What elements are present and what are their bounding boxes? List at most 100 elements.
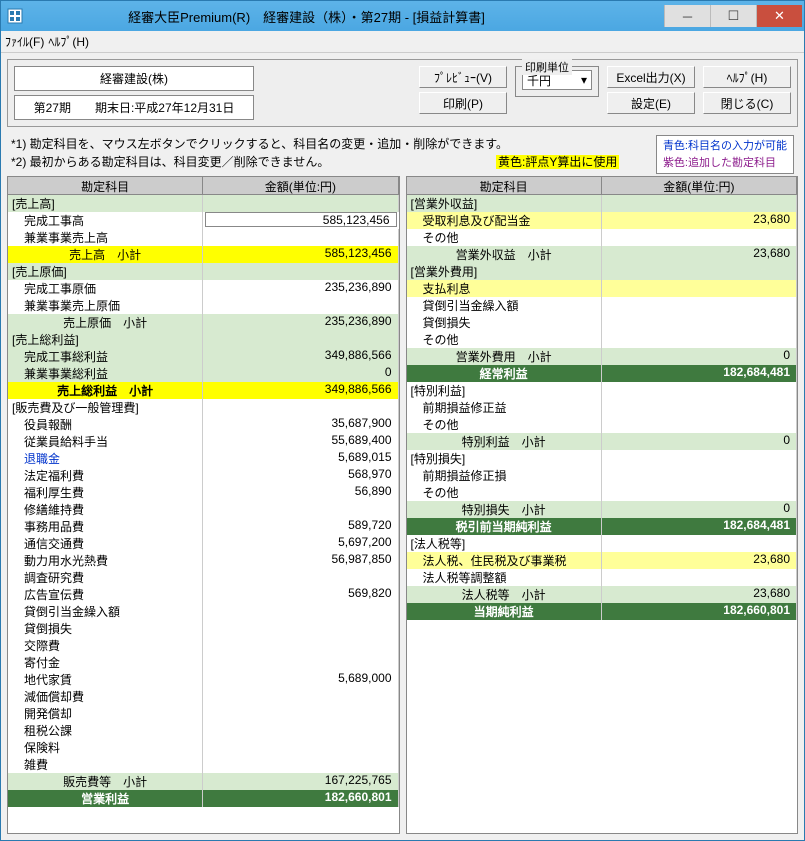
table-row[interactable]: [売上総利益] [8, 331, 399, 348]
table-row[interactable]: 貸倒引当金繰入額 [407, 297, 798, 314]
amount-cell[interactable]: 23,680 [602, 552, 797, 569]
amount-cell[interactable] [203, 195, 398, 212]
table-row[interactable]: 雑費 [8, 756, 399, 773]
amount-cell[interactable] [203, 654, 398, 671]
amount-cell[interactable]: 23,680 [602, 212, 797, 229]
amount-cell[interactable]: 589,720 [203, 518, 398, 535]
amount-cell[interactable] [203, 229, 398, 246]
table-row[interactable]: 前期損益修正損 [407, 467, 798, 484]
table-row[interactable]: 兼業事業売上原価 [8, 297, 399, 314]
account-name[interactable]: 売上原価 小計 [8, 314, 203, 331]
account-name[interactable]: 調査研究費 [8, 569, 203, 586]
table-row[interactable]: 修繕維持費 [8, 501, 399, 518]
table-row[interactable]: 特別損失 小計0 [407, 501, 798, 518]
account-name[interactable]: 税引前当期純利益 [407, 518, 602, 535]
account-name[interactable]: 貸倒引当金繰入額 [407, 297, 602, 314]
table-row[interactable]: 税引前当期純利益182,684,481 [407, 518, 798, 535]
account-name[interactable]: 完成工事総利益 [8, 348, 203, 365]
account-name[interactable]: 前期損益修正損 [407, 467, 602, 484]
account-name[interactable]: [法人税等] [407, 535, 602, 552]
close-button[interactable]: ✕ [756, 5, 802, 27]
amount-cell[interactable] [602, 484, 797, 501]
account-name[interactable]: 貸倒損失 [407, 314, 602, 331]
minimize-button[interactable]: ─ [664, 5, 710, 27]
amount-cell[interactable] [602, 399, 797, 416]
table-row[interactable]: 寄付金 [8, 654, 399, 671]
account-name[interactable]: 減価償却費 [8, 688, 203, 705]
account-name[interactable]: 兼業事業売上高 [8, 229, 203, 246]
table-row[interactable]: 法人税、住民税及び事業税23,680 [407, 552, 798, 569]
amount-cell[interactable] [602, 229, 797, 246]
table-row[interactable]: [営業外費用] [407, 263, 798, 280]
table-row[interactable]: 退職金5,689,015 [8, 450, 399, 467]
menu-file[interactable]: ﾌｧｲﾙ(F) [5, 33, 44, 50]
table-row[interactable]: 貸倒損失 [8, 620, 399, 637]
account-name[interactable]: 退職金 [8, 450, 203, 467]
amount-cell[interactable]: 55,689,400 [203, 433, 398, 450]
amount-cell[interactable]: 349,886,566 [203, 348, 398, 365]
table-row[interactable]: 販売費等 小計167,225,765 [8, 773, 399, 790]
print-button[interactable]: 印刷(P) [419, 92, 507, 114]
account-name[interactable]: 貸倒引当金繰入額 [8, 603, 203, 620]
account-name[interactable]: 受取利息及び配当金 [407, 212, 602, 229]
account-name[interactable]: 修繕維持費 [8, 501, 203, 518]
account-name[interactable]: 広告宣伝費 [8, 586, 203, 603]
account-name[interactable]: 営業外費用 小計 [407, 348, 602, 365]
amount-cell[interactable]: 182,684,481 [602, 365, 797, 382]
table-row[interactable]: 福利厚生費56,890 [8, 484, 399, 501]
maximize-button[interactable]: ☐ [710, 5, 756, 27]
account-name[interactable]: 法人税、住民税及び事業税 [407, 552, 602, 569]
amount-cell[interactable]: 182,660,801 [203, 790, 398, 807]
table-row[interactable]: 役員報酬35,687,900 [8, 416, 399, 433]
table-row[interactable]: 貸倒引当金繰入額 [8, 603, 399, 620]
table-row[interactable]: 交際費 [8, 637, 399, 654]
account-name[interactable]: その他 [407, 331, 602, 348]
table-row[interactable]: [特別利益] [407, 382, 798, 399]
table-row[interactable]: 支払利息 [407, 280, 798, 297]
amount-cell[interactable] [602, 331, 797, 348]
account-name[interactable]: [特別利益] [407, 382, 602, 399]
amount-cell[interactable] [602, 297, 797, 314]
table-row[interactable]: 兼業事業売上高 [8, 229, 399, 246]
account-name[interactable]: 通信交通費 [8, 535, 203, 552]
table-row[interactable]: 前期損益修正益 [407, 399, 798, 416]
excel-button[interactable]: Excel出力(X) [607, 66, 695, 88]
amount-cell[interactable] [203, 705, 398, 722]
account-name[interactable]: 事務用品費 [8, 518, 203, 535]
amount-cell[interactable] [203, 263, 398, 280]
account-name[interactable]: 特別利益 小計 [407, 433, 602, 450]
account-name[interactable]: [売上原価] [8, 263, 203, 280]
table-row[interactable]: [売上原価] [8, 263, 399, 280]
amount-cell[interactable] [203, 399, 398, 416]
amount-cell[interactable] [203, 603, 398, 620]
table-row[interactable]: 営業外収益 小計23,680 [407, 246, 798, 263]
account-name[interactable]: 地代家賃 [8, 671, 203, 688]
account-name[interactable]: 法人税等 小計 [407, 586, 602, 603]
table-row[interactable]: [特別損失] [407, 450, 798, 467]
table-row[interactable]: 事務用品費589,720 [8, 518, 399, 535]
amount-cell[interactable] [602, 569, 797, 586]
amount-cell[interactable]: 167,225,765 [203, 773, 398, 790]
account-name[interactable]: 兼業事業売上原価 [8, 297, 203, 314]
table-row[interactable]: 当期純利益182,660,801 [407, 603, 798, 620]
account-name[interactable]: 完成工事高 [8, 212, 203, 229]
amount-cell[interactable]: 35,687,900 [203, 416, 398, 433]
table-row[interactable]: 完成工事総利益349,886,566 [8, 348, 399, 365]
account-name[interactable]: 法人税等調整額 [407, 569, 602, 586]
table-row[interactable]: その他 [407, 416, 798, 433]
table-row[interactable]: 兼業事業総利益0 [8, 365, 399, 382]
table-row[interactable]: [売上高] [8, 195, 399, 212]
amount-cell[interactable] [203, 756, 398, 773]
amount-cell[interactable]: 5,689,015 [203, 450, 398, 467]
amount-cell[interactable]: 235,236,890 [203, 280, 398, 297]
account-name[interactable]: [営業外費用] [407, 263, 602, 280]
table-row[interactable]: 地代家賃5,689,000 [8, 671, 399, 688]
table-row[interactable]: 法定福利費568,970 [8, 467, 399, 484]
amount-cell[interactable]: 23,680 [602, 586, 797, 603]
account-name[interactable]: その他 [407, 229, 602, 246]
amount-cell[interactable] [203, 620, 398, 637]
amount-cell[interactable] [203, 297, 398, 314]
amount-cell[interactable] [602, 467, 797, 484]
table-row[interactable]: 従業員給料手当55,689,400 [8, 433, 399, 450]
amount-cell[interactable]: 235,236,890 [203, 314, 398, 331]
